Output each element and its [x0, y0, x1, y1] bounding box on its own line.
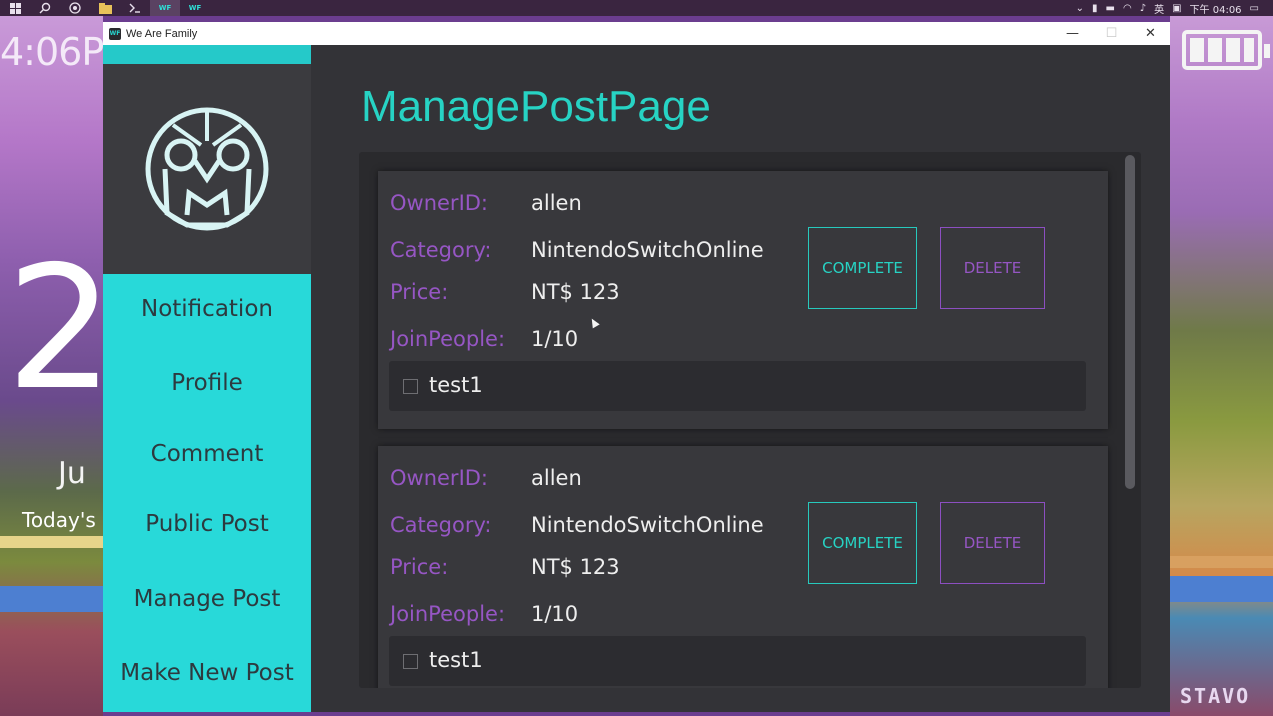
desktop-wallpaper-left: 4:06P 2 Ju Today's — [0, 16, 103, 716]
window-controls: — ☐ ✕ — [1053, 22, 1170, 45]
wifi-icon[interactable]: ◠ — [1123, 3, 1132, 14]
member-row: test1 — [389, 361, 1086, 411]
member-name: test1 — [429, 648, 483, 672]
ime-indicator[interactable]: 英 — [1154, 1, 1164, 16]
maximize-button[interactable]: ☐ — [1092, 22, 1131, 45]
price-label: Price: — [390, 280, 449, 304]
lock-month: Ju — [58, 456, 86, 491]
price-value: NT$ 123 — [531, 555, 620, 579]
category-label: Category: — [390, 513, 492, 537]
tray-clock[interactable]: 下午 04:06 — [1190, 1, 1242, 16]
app-icon: WF — [109, 27, 121, 40]
sidebar: Notification Profile Comment Public Post… — [103, 45, 311, 712]
battery-tray-icon[interactable]: ▬ — [1106, 3, 1115, 14]
wallpaper-stripe — [0, 536, 103, 548]
wallpaper-text: STAVO — [1180, 684, 1251, 708]
wallpaper-stripe — [1170, 556, 1273, 568]
sidebar-item-profile[interactable]: Profile — [103, 370, 311, 396]
search-icon[interactable] — [30, 0, 60, 16]
lock-today: Today's — [22, 508, 96, 532]
wallpaper-stripe — [0, 586, 103, 612]
vertical-scrollbar[interactable] — [1125, 155, 1135, 489]
post-card: OwnerID: allen Category: NintendoSwitchO… — [378, 446, 1108, 688]
post-card: OwnerID: allen Category: NintendoSwitchO… — [378, 171, 1108, 429]
join-people-value: 1/10 — [531, 602, 579, 626]
desktop-wallpaper-right: STAVO — [1170, 16, 1273, 716]
app-window: WF We Are Family — ☐ ✕ Notification Prof… — [103, 22, 1170, 712]
member-name: test1 — [429, 373, 483, 397]
member-checkbox[interactable] — [403, 654, 418, 669]
post-list-panel[interactable]: OwnerID: allen Category: NintendoSwitchO… — [359, 152, 1141, 688]
taskbar-app-we-are-family-2[interactable]: WF — [180, 0, 210, 16]
join-people-value: 1/10 — [531, 327, 579, 351]
terminal-icon[interactable] — [120, 0, 150, 16]
window-title: We Are Family — [126, 27, 198, 40]
price-value: NT$ 123 — [531, 280, 620, 304]
browser-icon[interactable] — [60, 0, 90, 16]
window-titlebar[interactable]: WF We Are Family — ☐ ✕ — [103, 22, 1170, 45]
complete-button[interactable]: COMPLETE — [808, 227, 917, 309]
system-tray: ⌄ ▮ ▬ ◠ ♪ 英 ▣ 下午 04:06 ▭ — [1076, 0, 1273, 16]
owner-label: OwnerID: — [390, 191, 489, 215]
sidebar-item-manage-post[interactable]: Manage Post — [103, 586, 311, 612]
sidebar-item-make-new-post[interactable]: Make New Post — [103, 660, 311, 686]
notification-center-icon[interactable]: ▭ — [1250, 3, 1259, 14]
join-people-label: JoinPeople: — [390, 602, 506, 626]
taskbar: WF WF ⌄ ▮ ▬ ◠ ♪ 英 ▣ 下午 04:06 ▭ — [0, 0, 1273, 16]
file-explorer-icon[interactable] — [90, 0, 120, 16]
battery-icon — [1182, 30, 1270, 70]
minimize-button[interactable]: — — [1053, 22, 1092, 45]
owner-value: allen — [531, 191, 582, 215]
member-row: test1 — [389, 636, 1086, 686]
start-menu-icon[interactable] — [0, 0, 30, 16]
wallpaper-stripe — [1170, 576, 1273, 602]
ime-mode-icon[interactable]: ▣ — [1172, 3, 1181, 14]
microphone-icon[interactable]: ▮ — [1092, 3, 1098, 14]
complete-button[interactable]: COMPLETE — [808, 502, 917, 584]
owner-label: OwnerID: — [390, 466, 489, 490]
logo-panel — [103, 64, 311, 274]
lock-time: 4:06P — [0, 30, 103, 74]
volume-icon[interactable]: ♪ — [1140, 3, 1146, 14]
join-people-label: JoinPeople: — [390, 327, 506, 351]
owl-logo-icon — [145, 107, 269, 231]
member-checkbox[interactable] — [403, 379, 418, 394]
chevron-up-icon[interactable]: ⌄ — [1076, 3, 1084, 14]
sidebar-top-strip — [103, 45, 311, 64]
sidebar-item-comment[interactable]: Comment — [103, 441, 311, 467]
sidebar-item-notification[interactable]: Notification — [103, 296, 311, 322]
category-label: Category: — [390, 238, 492, 262]
price-label: Price: — [390, 555, 449, 579]
close-button[interactable]: ✕ — [1131, 22, 1170, 45]
category-value: NintendoSwitchOnline — [531, 238, 764, 262]
lock-day: 2 — [6, 230, 103, 428]
category-value: NintendoSwitchOnline — [531, 513, 764, 537]
sidebar-item-public-post[interactable]: Public Post — [103, 511, 311, 537]
page-title: ManagePostPage — [361, 82, 711, 131]
taskbar-app-we-are-family[interactable]: WF — [150, 0, 180, 16]
delete-button[interactable]: DELETE — [940, 227, 1045, 309]
owner-value: allen — [531, 466, 582, 490]
delete-button[interactable]: DELETE — [940, 502, 1045, 584]
